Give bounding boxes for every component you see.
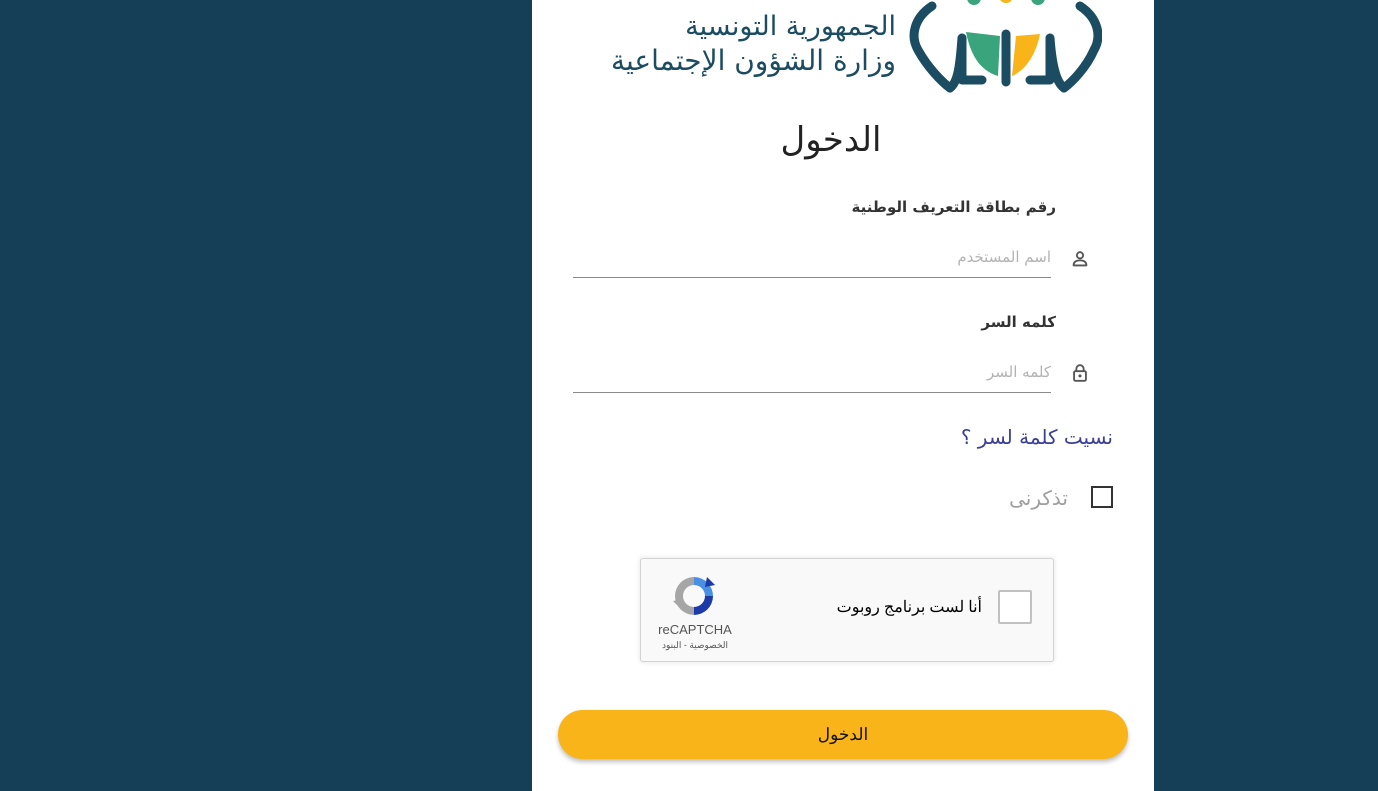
recaptcha-logo-icon [673, 577, 715, 615]
header: الجمهورية التونسية وزارة الشؤون الإجتماع… [532, 0, 1154, 100]
remember-me-checkbox[interactable] [1091, 486, 1113, 508]
recaptcha-checkbox[interactable] [998, 590, 1032, 624]
lock-icon [1073, 364, 1087, 382]
remember-me-label: تذكرنى [1009, 486, 1068, 510]
login-button[interactable]: الدخول [558, 710, 1128, 759]
ministry-line-2: وزارة الشؤون الإجتماعية [610, 44, 896, 77]
person-icon [1072, 251, 1088, 267]
recaptcha-links[interactable]: الخصوصية - البنود [641, 640, 749, 651]
id-field-label: رقم بطاقة التعريف الوطنية [851, 198, 1056, 216]
page-title: الدخول [780, 120, 882, 160]
password-field-label: كلمه السر [981, 313, 1056, 331]
ministry-line-1: الجمهورية التونسية [685, 11, 896, 42]
login-card: الجمهورية التونسية وزارة الشؤون الإجتماع… [532, 0, 1154, 791]
id-number-input[interactable] [573, 237, 1051, 278]
recaptcha-label: أنا لست برنامج روبوت [836, 599, 982, 616]
forgot-password-link[interactable]: نسيت كلمة لسر ؟ [961, 425, 1113, 449]
ministry-logo [909, 0, 1102, 93]
ministry-name: الجمهورية التونسية وزارة الشؤون الإجتماع… [611, 10, 896, 78]
recaptcha-widget: أنا لست برنامج روبوت reCAPTCHA الخصوصية … [640, 558, 1054, 662]
recaptcha-brand: reCAPTCHA [658, 622, 732, 637]
password-input[interactable] [573, 352, 1051, 393]
